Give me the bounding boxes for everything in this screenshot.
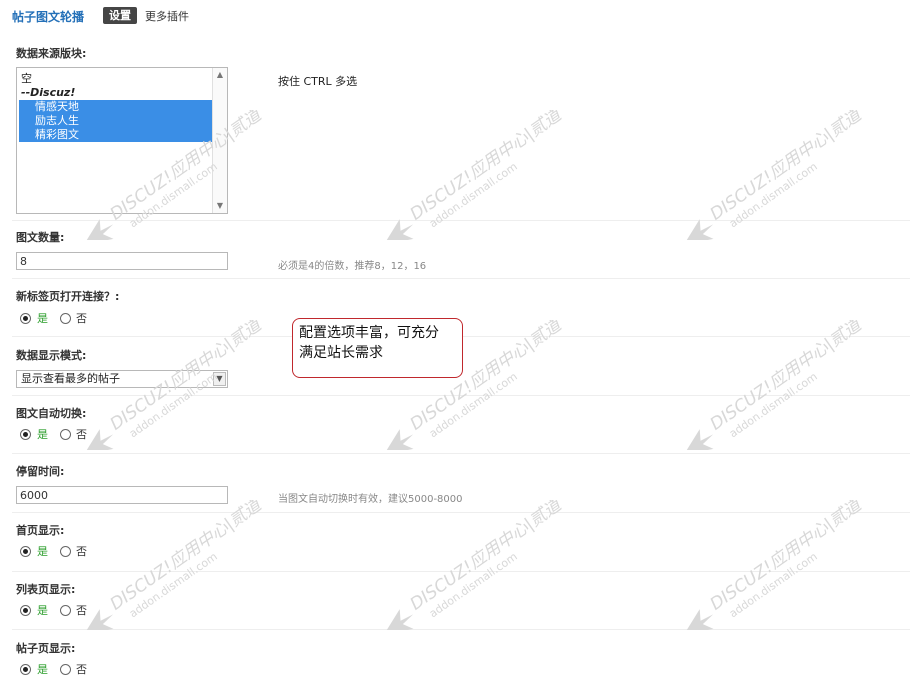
divider [12,278,910,279]
plugin-title: 帖子图文轮播 [12,10,85,24]
new-tab-label: 新标签页打开连接？: [16,290,120,303]
top-bar: 帖子图文轮播 设置 更多插件 [0,0,910,30]
more-plugins-link[interactable]: 更多插件 [145,8,189,24]
thread-show-yes-radio[interactable] [20,664,31,675]
watermark-logo: DISCUZ!应用中心|贰道 addon.dismall.com [360,320,590,450]
radio-no-label[interactable]: 否 [76,663,87,677]
image-count-label: 图文数量: [16,231,65,244]
radio-yes-label[interactable]: 是 [37,428,48,442]
svg-text:DISCUZ!应用中心|贰道: DISCUZ!应用中心|贰道 [707,500,868,615]
scroll-up-icon[interactable]: ▲ [213,69,227,81]
divider [12,453,910,454]
watermark-logo: DISCUZ!应用中心|贰道 addon.dismall.com [660,320,890,450]
watermark-logo: DISCUZ!应用中心|贰道 addon.dismall.com [360,110,590,240]
home-show-label: 首页显示: [16,524,65,537]
auto-switch-yes-radio[interactable] [20,429,31,440]
image-count-input[interactable] [16,252,228,270]
watermark-logo: DISCUZ!应用中心|贰道 addon.dismall.com [660,500,890,630]
thread-show-no-radio[interactable] [60,664,71,675]
new-tab-yes-radio[interactable] [20,313,31,324]
svg-text:DISCUZ!应用中心|贰道: DISCUZ!应用中心|贰道 [107,320,268,435]
svg-text:DISCUZ!应用中心|贰道: DISCUZ!应用中心|贰道 [107,110,268,225]
svg-text:DISCUZ!应用中心|贰道: DISCUZ!应用中心|贰道 [707,320,868,435]
multi-select-tip: 按住 CTRL 多选 [278,75,358,88]
thread-show-label: 帖子页显示: [16,642,76,655]
radio-yes-label[interactable]: 是 [37,312,48,326]
thread-show-radio-group: 是 否 [20,663,100,677]
source-block-label: 数据来源版块: [16,47,87,60]
watermark-logo: DISCUZ!应用中心|贰道 addon.dismall.com [60,500,290,630]
listbox-option[interactable]: 空 [19,72,212,86]
list-show-yes-radio[interactable] [20,605,31,616]
svg-text:DISCUZ!应用中心|贰道: DISCUZ!应用中心|贰道 [707,110,868,225]
radio-yes-label[interactable]: 是 [37,604,48,618]
svg-text:DISCUZ!应用中心|贰道: DISCUZ!应用中心|贰道 [407,500,568,615]
watermark-logo: DISCUZ!应用中心|贰道 addon.dismall.com [660,110,890,240]
watermark-logo: DISCUZ!应用中心|贰道 addon.dismall.com [360,500,590,630]
radio-yes-label[interactable]: 是 [37,545,48,559]
dwell-time-label: 停留时间: [16,465,65,478]
home-show-yes-radio[interactable] [20,546,31,557]
radio-yes-label[interactable]: 是 [37,663,48,677]
svg-text:DISCUZ!应用中心|贰道: DISCUZ!应用中心|贰道 [107,500,268,615]
listbox-option-group: --Discuz! [21,86,76,99]
watermark-logo: DISCUZ!应用中心|贰道 addon.dismall.com [60,320,290,450]
watermark-logo: DISCUZ!应用中心|贰道 addon.dismall.com [60,110,290,240]
svg-text:DISCUZ!应用中心|贰道: DISCUZ!应用中心|贰道 [407,110,568,225]
tab-settings[interactable]: 设置 [103,7,137,24]
image-count-tip: 必须是4的倍数，推荐8，12，16 [278,261,427,272]
svg-text:DISCUZ!应用中心|贰道: DISCUZ!应用中心|贰道 [407,320,568,435]
